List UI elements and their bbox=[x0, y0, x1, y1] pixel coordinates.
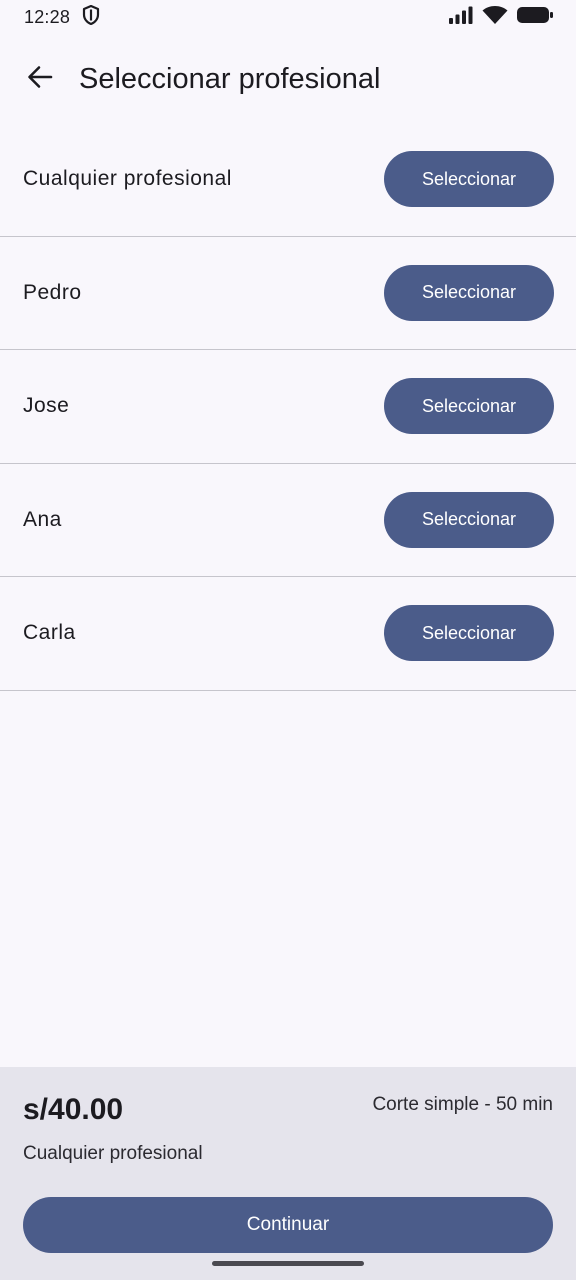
select-button[interactable]: Seleccionar bbox=[384, 264, 554, 321]
booking-summary: s/40.00 Corte simple - 50 min Cualquier … bbox=[0, 1067, 576, 1280]
shield-icon bbox=[82, 4, 100, 30]
selected-professional: Cualquier profesional bbox=[23, 1143, 203, 1164]
professional-name: Carla bbox=[23, 621, 76, 645]
professional-list: Cualquier profesional Seleccionar Pedro … bbox=[0, 123, 576, 691]
page-title: Seleccionar profesional bbox=[79, 62, 381, 95]
list-item: Pedro Seleccionar bbox=[0, 237, 576, 350]
professional-name: Ana bbox=[23, 507, 62, 531]
wifi-icon bbox=[482, 5, 508, 30]
continue-button[interactable]: Continuar bbox=[23, 1197, 553, 1253]
list-item: Cualquier profesional Seleccionar bbox=[0, 123, 576, 237]
price-label: s/40.00 bbox=[23, 1093, 124, 1126]
status-right bbox=[448, 5, 554, 30]
status-time: 12:28 bbox=[24, 6, 71, 27]
select-button[interactable]: Seleccionar bbox=[384, 378, 554, 435]
signal-icon bbox=[448, 6, 474, 29]
status-bar: 12:28 bbox=[0, 0, 576, 34]
arrow-back-icon bbox=[26, 63, 54, 96]
professional-name: Pedro bbox=[23, 280, 82, 304]
home-indicator[interactable] bbox=[212, 1261, 364, 1266]
list-item: Ana Seleccionar bbox=[0, 464, 576, 577]
list-item: Jose Seleccionar bbox=[0, 350, 576, 464]
screen: 12:28 Seleccionar profesional Cualquier … bbox=[0, 0, 576, 1280]
select-button[interactable]: Seleccionar bbox=[384, 151, 554, 208]
professional-name: Jose bbox=[23, 394, 70, 418]
professional-name: Cualquier profesional bbox=[23, 167, 232, 191]
list-item: Carla Seleccionar bbox=[0, 577, 576, 691]
top-app-bar: Seleccionar profesional bbox=[0, 46, 576, 112]
status-left: 12:28 bbox=[24, 4, 100, 30]
select-button[interactable]: Seleccionar bbox=[384, 605, 554, 662]
select-button[interactable]: Seleccionar bbox=[384, 491, 554, 548]
back-button[interactable] bbox=[16, 55, 64, 103]
battery-icon bbox=[516, 5, 554, 30]
service-info: Corte simple - 50 min bbox=[372, 1094, 553, 1115]
